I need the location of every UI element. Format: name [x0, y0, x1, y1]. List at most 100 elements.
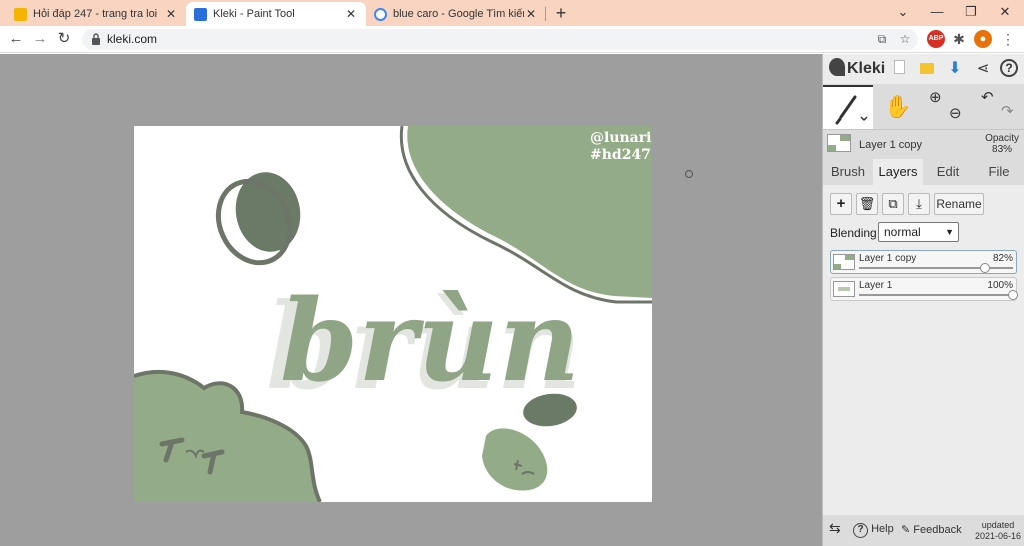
open-folder-icon[interactable]	[917, 59, 937, 79]
browser-toolbar: ← → ↻ kleki.com ⧉ ☆ ABP ✱ ● ⋮	[0, 26, 1024, 53]
history-tools: ↶ ↷	[973, 85, 1023, 129]
reload-icon[interactable]: ↻	[53, 28, 75, 50]
close-window-icon[interactable]: ✕	[988, 0, 1022, 24]
opacity-value: 83%	[992, 144, 1013, 155]
profile-avatar-icon[interactable]: ●	[974, 30, 992, 48]
kleki-logo-icon	[829, 58, 845, 76]
add-layer-button[interactable]: +	[830, 193, 852, 215]
panel-header: Kleki ⬇ ⋖ ?	[823, 54, 1024, 84]
merge-layer-icon[interactable]: ⤓	[908, 193, 930, 215]
zoom-out-icon[interactable]: ⊖	[949, 105, 962, 123]
tab-title: blue caro - Google Tìm kiếm	[393, 8, 524, 20]
layer-opacity: 82%	[992, 253, 1013, 264]
lock-icon	[92, 33, 100, 45]
drawing-workspace[interactable]: brùn brùn @lunarie #hd247	[0, 54, 822, 546]
layer-thumbnail	[833, 254, 855, 270]
active-layer-name: Layer 1 copy	[859, 139, 922, 151]
layers-tab-body: + 🗑 ⧉ ⤓ Rename Blending normal ▼ Layer 1…	[823, 185, 1024, 515]
browser-tab-strip: Hỏi đáp 247 - trang tra loi ✕ Kleki - Pa…	[0, 0, 1024, 26]
panel-footer: ⇆ ? Help ✎ Feedback updated 2021-06-16	[823, 515, 1024, 546]
brush-icon	[835, 95, 868, 125]
help-icon[interactable]: ?	[1000, 59, 1018, 77]
panel-tabs: Brush Layers Edit File	[823, 159, 1024, 185]
translate-icon[interactable]: ⧉	[874, 31, 890, 47]
help-icon: ?	[853, 523, 868, 538]
close-icon[interactable]: ✕	[344, 7, 358, 21]
artwork: brùn brùn	[134, 126, 652, 502]
kleki-favicon-icon	[194, 7, 207, 21]
layer-opacity-slider[interactable]	[859, 294, 1013, 296]
brush-cursor-icon	[685, 170, 693, 178]
zoom-tools: ⊕ ⊖	[923, 85, 973, 129]
address-bar[interactable]: kleki.com ⧉ ☆	[82, 29, 918, 50]
kleki-logo: Kleki	[829, 58, 885, 78]
slider-knob[interactable]	[1008, 290, 1018, 300]
blending-select[interactable]: normal ▼	[878, 222, 959, 242]
updated-date: 2021-06-16	[974, 531, 1021, 541]
tab-layers[interactable]: Layers	[873, 159, 923, 185]
layer-thumbnail	[827, 134, 851, 152]
back-arrow-icon[interactable]: ←	[5, 28, 27, 50]
brush-tool-icon[interactable]	[823, 85, 873, 129]
hand-tool-icon[interactable]: ✋	[873, 85, 923, 129]
help-label: Help	[871, 523, 894, 535]
canvas-watermark: @lunarie #hd247	[590, 130, 652, 164]
duplicate-layer-icon[interactable]: ⧉	[882, 193, 904, 215]
undo-icon[interactable]: ↶	[981, 89, 994, 107]
help-link[interactable]: ? Help	[853, 523, 894, 538]
tool-row: ✋ ⊕ ⊖ ↶ ↷	[823, 85, 1024, 129]
updated-notice[interactable]: updated 2021-06-16	[975, 520, 1021, 542]
layer-row[interactable]: Layer 1 copy 82%	[830, 250, 1017, 274]
tab-separator	[545, 7, 546, 21]
slider-knob[interactable]	[980, 263, 991, 273]
forward-arrow-icon[interactable]: →	[29, 28, 51, 50]
zoom-in-icon[interactable]: ⊕	[929, 89, 942, 107]
swap-sides-icon[interactable]: ⇆	[829, 520, 841, 537]
layer-thumbnail	[833, 281, 855, 297]
active-layer-info: Layer 1 copy Opacity 83%	[823, 129, 1024, 159]
close-icon[interactable]: ✕	[164, 7, 178, 21]
feedback-pencil-icon: ✎	[901, 524, 911, 536]
tab-file[interactable]: File	[974, 159, 1024, 185]
tab-title: Hỏi đáp 247 - trang tra loi	[33, 8, 158, 20]
app-name: Kleki	[847, 60, 886, 77]
new-tab-button[interactable]: +	[551, 3, 571, 23]
artwork-text: brùn	[280, 276, 580, 407]
feedback-label: Feedback	[913, 524, 962, 536]
tab-edit[interactable]: Edit	[923, 159, 973, 185]
close-icon[interactable]: ✕	[524, 7, 538, 21]
new-image-icon[interactable]	[889, 59, 909, 79]
restore-icon[interactable]: ❐	[954, 0, 988, 24]
watermark-handle: @lunarie	[590, 130, 652, 146]
tab-kleki[interactable]: Kleki - Paint Tool ✕	[186, 2, 366, 26]
share-icon[interactable]: ⋖	[973, 59, 993, 79]
rename-button[interactable]: Rename	[934, 193, 984, 215]
drawing-canvas[interactable]: brùn brùn @lunarie #hd247	[134, 126, 652, 502]
opacity-label: Opacity	[985, 133, 1019, 144]
delete-layer-trash-icon[interactable]: 🗑	[856, 193, 878, 215]
redo-icon[interactable]: ↷	[1001, 103, 1014, 121]
blending-value: normal	[884, 225, 921, 239]
layer-name: Layer 1 copy	[859, 253, 917, 264]
layer-row[interactable]: Layer 1 100%	[830, 277, 1018, 301]
tab-brush[interactable]: Brush	[823, 159, 873, 185]
tab-google[interactable]: blue caro - Google Tìm kiếm ✕	[366, 2, 546, 26]
layer-name: Layer 1	[859, 280, 893, 291]
bookmark-star-icon[interactable]: ☆	[897, 31, 913, 47]
layer-opacity: 100%	[987, 280, 1013, 291]
updated-label: updated	[981, 520, 1015, 530]
opacity-readout: Opacity 83%	[985, 133, 1019, 155]
hoidap-favicon-icon	[14, 7, 27, 21]
tab-title: Kleki - Paint Tool	[213, 8, 295, 20]
minimize-icon[interactable]: —	[920, 0, 954, 24]
feedback-link[interactable]: ✎ Feedback	[901, 523, 962, 536]
adblock-icon[interactable]: ABP	[927, 30, 945, 48]
url-text: kleki.com	[107, 32, 158, 46]
chevron-down-icon: ▼	[945, 227, 954, 237]
more-menu-icon[interactable]: ⋮	[1000, 31, 1016, 47]
tab-hoidap[interactable]: Hỏi đáp 247 - trang tra loi ✕	[6, 2, 186, 26]
tab-search-chevron-icon[interactable]: ⌄	[886, 0, 920, 24]
extensions-puzzle-icon[interactable]: ✱	[951, 31, 967, 47]
download-icon[interactable]: ⬇	[945, 59, 965, 79]
watermark-hashtag: #hd247	[590, 147, 651, 163]
